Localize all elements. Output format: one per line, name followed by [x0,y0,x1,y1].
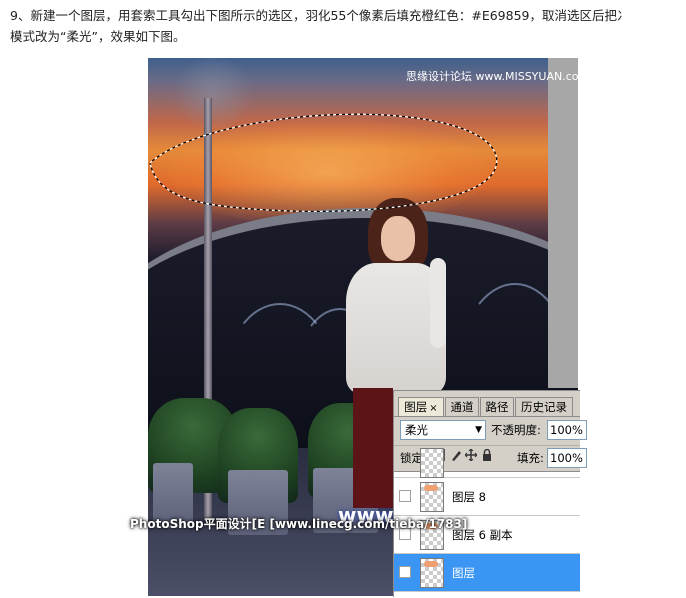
opacity-input[interactable]: 100% [547,420,587,440]
watermark-top: 思缘设计论坛 www.MISSYUAN.com [406,70,578,83]
close-icon[interactable]: × [429,403,437,414]
panel-tabs: 图层 × 通道 路径 历史记录 [394,397,580,417]
tab-layers[interactable]: 图层 × [398,397,444,417]
layer-thumbnail [420,558,444,588]
tab-history[interactable]: 历史记录 [515,397,573,416]
layer-row-selected[interactable]: 图层 [394,554,580,592]
tutorial-line-1: 9、新建一个图层，用套索工具勾出下图所示的选区，羽化55个像素后填充橙红色：#E… [10,8,630,23]
divider [394,445,580,446]
tutorial-line-2: 模式改为“柔光”，效果如下图。 [10,29,186,44]
tab-layers-label: 图层 [404,400,428,414]
lasso-selection [149,113,498,212]
tab-paths[interactable]: 路径 [480,397,514,416]
eye-icon[interactable] [399,566,411,578]
opacity-label: 不透明度: [491,423,541,437]
layers-list: 图层 8 图层 6 副本 图层 [394,448,580,598]
blend-mode-select[interactable]: 柔光 ▼ [400,420,486,440]
chevron-down-icon: ▼ [475,425,482,435]
blend-mode-value: 柔光 [405,423,428,437]
thumb-content [424,485,438,491]
tab-divider [394,416,580,417]
thumb-content [424,561,438,567]
layer-name: 图层 8 [452,490,486,504]
layer-row[interactable] [394,448,580,478]
layer-row[interactable]: 图层 8 [394,478,580,516]
person-pants [353,388,393,508]
canvas-gray-area [548,58,578,388]
layer-thumbnail [420,482,444,512]
layer-name: 图层 [452,566,475,580]
watermark-bottom: PhotoShop平面设计[E [www.linecg.com/tieba/17… [130,517,468,531]
person-arm [430,258,446,348]
layer-thumbnail [420,448,444,478]
person-face [381,216,415,261]
tab-channels[interactable]: 通道 [445,397,479,416]
visibility-toggle[interactable] [399,490,411,502]
layers-panel: 图层 × 通道 路径 历史记录 柔光 ▼ 不透明度: 100% 锁定: 填充: 1… [393,390,587,598]
tutorial-text: 9、新建一个图层，用套索工具勾出下图所示的选区，羽化55个像素后填充橙红色：#E… [10,5,686,47]
